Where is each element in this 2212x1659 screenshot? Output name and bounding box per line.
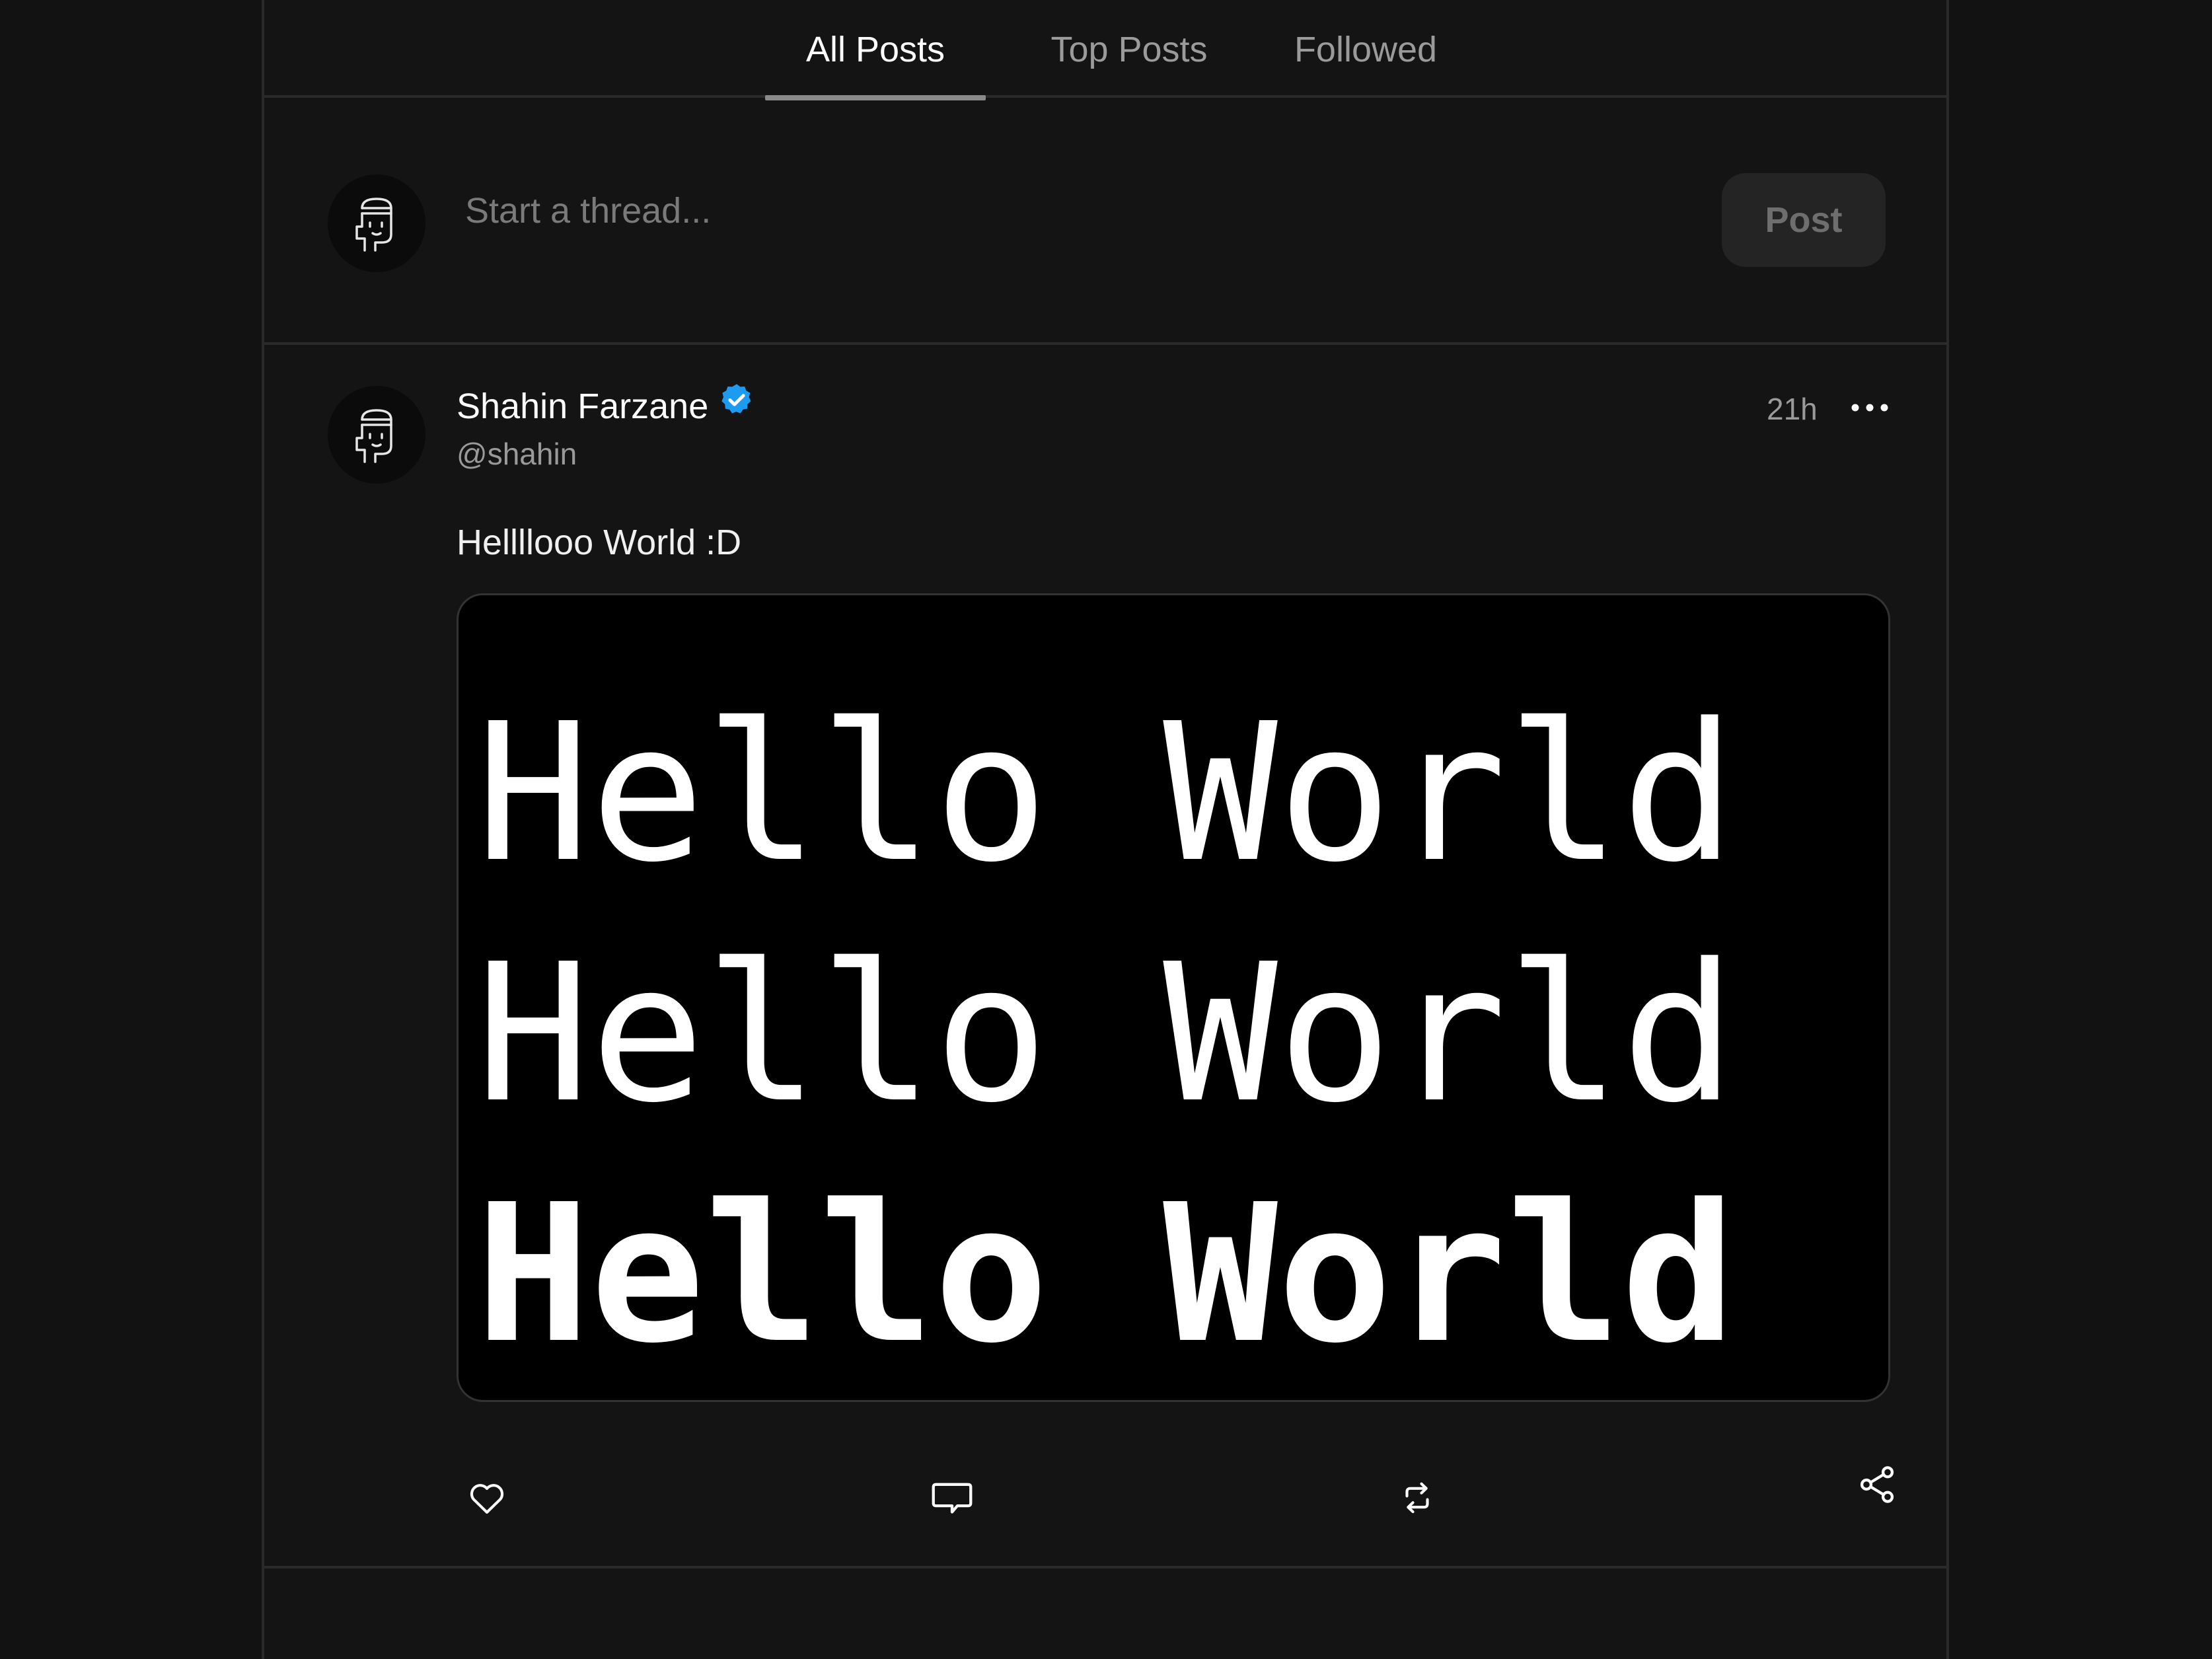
thread-composer: Post (264, 98, 1946, 345)
tab-all-posts-label: All Posts (805, 30, 945, 69)
user-face-icon (355, 409, 392, 463)
tab-top-posts-label: Top Posts (1051, 30, 1208, 69)
tab-all-posts[interactable]: All Posts (765, 0, 986, 100)
post-timestamp: 21h (1767, 392, 1818, 426)
feed-column: All Posts Top Posts Followed Start a thr… (262, 0, 1949, 1659)
app-page: All Posts Top Posts Followed Start a thr… (0, 0, 2212, 1659)
share-icon (1860, 1466, 1894, 1503)
image-text-line: Hello World (476, 1163, 1736, 1385)
feed-tabs: All Posts Top Posts Followed (264, 0, 1946, 100)
post-image[interactable]: Hello World Hello World Hello World (457, 593, 1890, 1402)
like-button[interactable] (457, 1468, 517, 1528)
heart-icon (470, 1484, 504, 1514)
comment-button[interactable] (922, 1468, 982, 1528)
verified-badge-icon (721, 384, 751, 414)
author-avatar[interactable] (328, 386, 425, 484)
tab-followed[interactable]: Followed (1257, 0, 1475, 98)
feed-post: Shahin Farzane @shahin 21h Hellllooo Wor… (264, 345, 1946, 1568)
post-button[interactable]: Post (1722, 173, 1886, 267)
post-button-label: Post (1765, 200, 1843, 240)
repost-button[interactable] (1387, 1468, 1447, 1528)
tab-followed-label: Followed (1294, 30, 1438, 69)
more-options-icon[interactable] (1843, 385, 1896, 431)
author-name[interactable]: Shahin Farzane (457, 386, 708, 427)
user-face-icon (355, 198, 392, 252)
author-handle[interactable]: @shahin (457, 436, 577, 472)
repost-icon (1405, 1482, 1429, 1514)
post-text: Hellllooo World :D (457, 523, 742, 562)
image-text-line: Hello World (476, 923, 1736, 1144)
composer-avatar[interactable] (328, 174, 425, 272)
comment-icon (932, 1483, 973, 1514)
share-button[interactable] (1847, 1455, 1907, 1514)
image-text-line: Hello World (476, 682, 1736, 904)
thread-input[interactable] (464, 170, 1656, 251)
tab-top-posts[interactable]: Top Posts (1020, 0, 1238, 98)
